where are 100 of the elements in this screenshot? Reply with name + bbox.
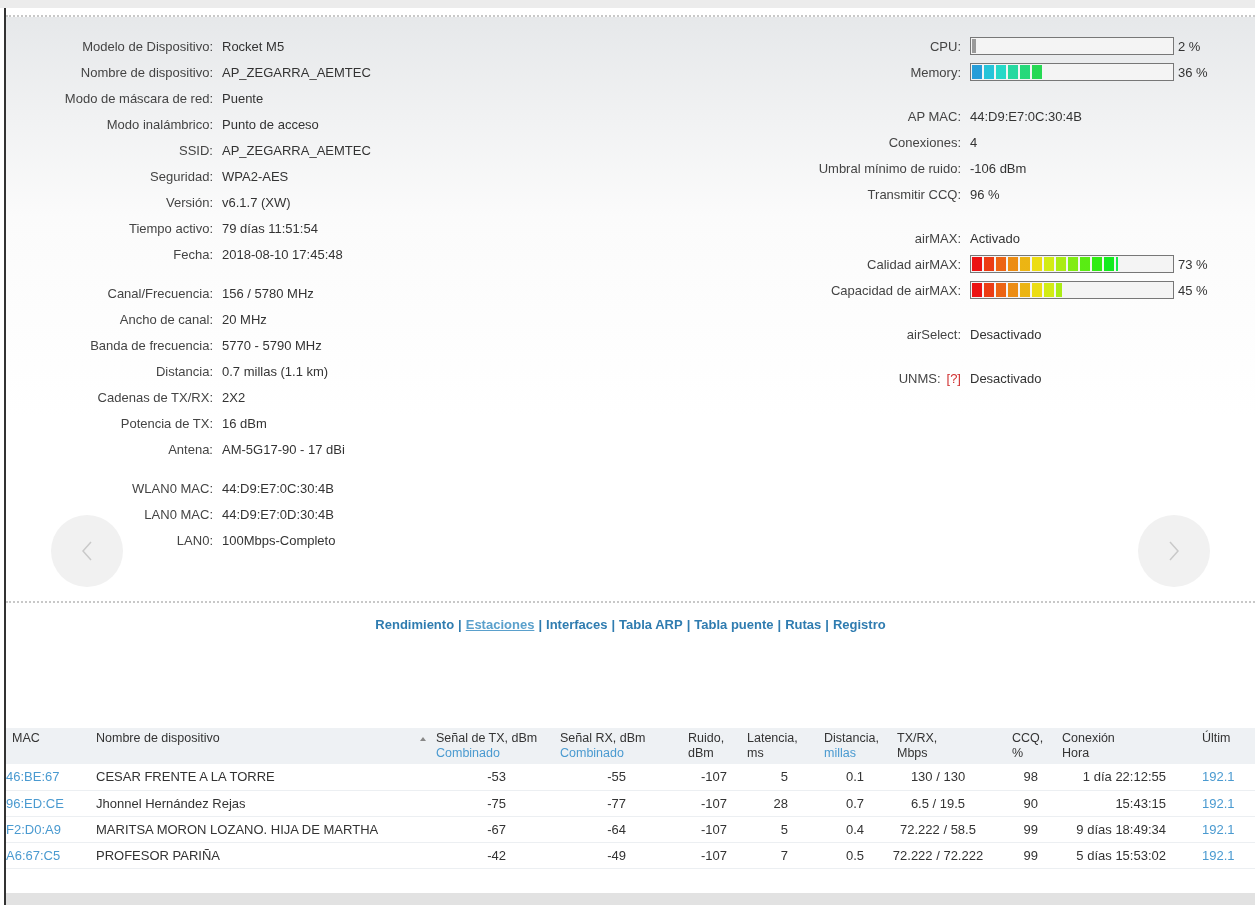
field-label: CPU: bbox=[929, 38, 961, 54]
column-subheader[interactable]: millas bbox=[824, 746, 856, 761]
table-cell: -107 bbox=[700, 795, 727, 811]
field-value: 156 / 5780 MHz bbox=[222, 285, 314, 301]
table-cell: PROFESOR PARIÑA bbox=[96, 847, 220, 863]
column-header[interactable]: TX/RX, bbox=[897, 731, 938, 746]
field-label: UNMS: bbox=[898, 370, 941, 386]
field-label: Tiempo activo: bbox=[128, 220, 213, 236]
table-cell: 5 bbox=[780, 769, 788, 785]
field-value: 5770 - 5790 MHz bbox=[222, 337, 322, 353]
meter-reading: 36 % bbox=[1178, 64, 1208, 80]
help-link[interactable]: [?] bbox=[946, 370, 961, 386]
field-value: 4 bbox=[970, 134, 978, 150]
field-label: Transmitir CCQ: bbox=[867, 186, 961, 202]
field-value: WPA2-AES bbox=[222, 168, 289, 184]
table-cell: Jhonnel Hernández Rejas bbox=[96, 795, 246, 811]
field-value: 100Mbps-Completo bbox=[222, 532, 336, 548]
table-cell: 72.222 / 58.5 bbox=[900, 821, 976, 837]
field-value: Puente bbox=[222, 90, 264, 106]
column-subheader: ms bbox=[747, 746, 764, 761]
table-link[interactable]: 192.1 bbox=[1202, 795, 1235, 811]
field-label: Antena: bbox=[168, 441, 213, 457]
field-label: WLAN0 MAC: bbox=[132, 480, 213, 496]
field-value: 2X2 bbox=[222, 389, 246, 405]
field-label: Fecha: bbox=[173, 246, 213, 262]
field-label: Modo de máscara de red: bbox=[64, 90, 213, 106]
table-cell: 5 días 15:53:02 bbox=[1076, 847, 1166, 863]
field-value: Activado bbox=[970, 230, 1020, 246]
separator: | bbox=[686, 617, 691, 632]
meter-reading: 73 % bbox=[1178, 256, 1208, 272]
field-value: 79 días 11:51:54 bbox=[222, 220, 318, 236]
table-cell: 98 bbox=[1023, 769, 1038, 785]
table-cell: 6.5 / 19.5 bbox=[910, 795, 966, 811]
table-cell: 0.5 bbox=[845, 847, 864, 863]
column-header[interactable]: Últim bbox=[1202, 731, 1231, 746]
field-label: Cadenas de TX/RX: bbox=[97, 389, 213, 405]
table-link[interactable]: 192.1 bbox=[1202, 769, 1235, 785]
column-header[interactable]: Latencia, bbox=[747, 731, 798, 746]
field-label: Capacidad de airMAX: bbox=[830, 282, 961, 298]
table-cell: 0.7 bbox=[845, 795, 864, 811]
table-cell: -55 bbox=[607, 769, 626, 785]
column-header[interactable]: Conexión bbox=[1062, 731, 1115, 746]
tab-link[interactable]: Rutas bbox=[785, 617, 822, 632]
tab-link[interactable]: Registro bbox=[832, 617, 886, 632]
tab-link[interactable]: Interfaces bbox=[546, 617, 608, 632]
table-cell: -42 bbox=[487, 847, 506, 863]
field-value: AM-5G17-90 - 17 dBi bbox=[222, 441, 345, 457]
field-label: Versión: bbox=[166, 194, 213, 210]
table-cell: 1 día 22:12:55 bbox=[1082, 769, 1166, 785]
table-link[interactable]: 192.1 bbox=[1202, 821, 1235, 837]
table-cell: 5 bbox=[780, 821, 788, 837]
field-label: Umbral mínimo de ruido: bbox=[818, 160, 961, 176]
column-subheader[interactable]: Combinado bbox=[436, 746, 500, 761]
column-header[interactable]: Nombre de dispositivo bbox=[96, 731, 220, 745]
table-cell: 130 / 130 bbox=[910, 769, 966, 785]
table-cell: 0.1 bbox=[845, 769, 864, 785]
separator: | bbox=[777, 617, 782, 632]
table-cell: MARITSA MORON LOZANO. HIJA DE MARTHA bbox=[96, 821, 379, 837]
separator: | bbox=[458, 617, 462, 632]
tab-link[interactable]: Tabla ARP bbox=[619, 617, 683, 632]
field-value: Desactivado bbox=[970, 326, 1042, 342]
table-cell: 7 bbox=[780, 847, 788, 863]
column-subheader: dBm bbox=[688, 746, 714, 761]
tab-link[interactable]: Rendimiento bbox=[375, 617, 455, 632]
field-value: 96 % bbox=[970, 186, 1000, 202]
field-value: Rocket M5 bbox=[222, 38, 285, 54]
table-link[interactable]: A6:67:C5 bbox=[6, 847, 61, 863]
column-header[interactable]: Señal RX, dBm bbox=[560, 731, 646, 746]
table-link[interactable]: 192.1 bbox=[1202, 847, 1235, 863]
field-label: Potencia de TX: bbox=[120, 415, 213, 431]
field-value: 2018-08-10 17:45:48 bbox=[222, 246, 343, 262]
field-label: Seguridad: bbox=[150, 168, 213, 184]
field-label: Modelo de Dispositivo: bbox=[82, 38, 213, 54]
field-value: v6.1.7 (XW) bbox=[222, 194, 291, 210]
column-subheader[interactable]: Combinado bbox=[560, 746, 624, 761]
table-cell: -77 bbox=[607, 795, 626, 811]
table-link[interactable]: 96:ED:CE bbox=[6, 795, 64, 811]
column-header[interactable]: MAC bbox=[12, 731, 40, 746]
table-link[interactable]: 46:BE:67 bbox=[6, 769, 60, 785]
field-label: LAN0 MAC: bbox=[144, 506, 213, 522]
column-header[interactable]: Señal de TX, dBm bbox=[436, 731, 538, 746]
table-cell: 0.4 bbox=[845, 821, 864, 837]
field-label: Ancho de canal: bbox=[119, 311, 213, 327]
field-label: Calidad airMAX: bbox=[867, 256, 961, 272]
field-value: AP_ZEGARRA_AEMTEC bbox=[222, 64, 371, 80]
table-cell: 99 bbox=[1023, 821, 1038, 837]
column-header[interactable]: Ruido, bbox=[688, 731, 725, 746]
table-link[interactable]: F2:D0:A9 bbox=[6, 821, 61, 837]
tab-link[interactable]: Tabla puente bbox=[694, 617, 774, 632]
table-cell: 28 bbox=[773, 795, 788, 811]
field-label: airSelect: bbox=[906, 326, 961, 342]
column-header[interactable]: CCQ, bbox=[1012, 731, 1044, 746]
tab-link[interactable]: Estaciones bbox=[465, 617, 535, 632]
field-label: Canal/Frecuencia: bbox=[107, 285, 213, 301]
chevron-right-icon bbox=[1169, 541, 1179, 561]
column-header[interactable]: Distancia, bbox=[824, 731, 879, 746]
table-cell: 15:43:15 bbox=[1115, 795, 1166, 811]
meter-reading: 45 % bbox=[1178, 282, 1208, 298]
field-value: 16 dBm bbox=[222, 415, 267, 431]
field-label: AP MAC: bbox=[907, 108, 961, 124]
